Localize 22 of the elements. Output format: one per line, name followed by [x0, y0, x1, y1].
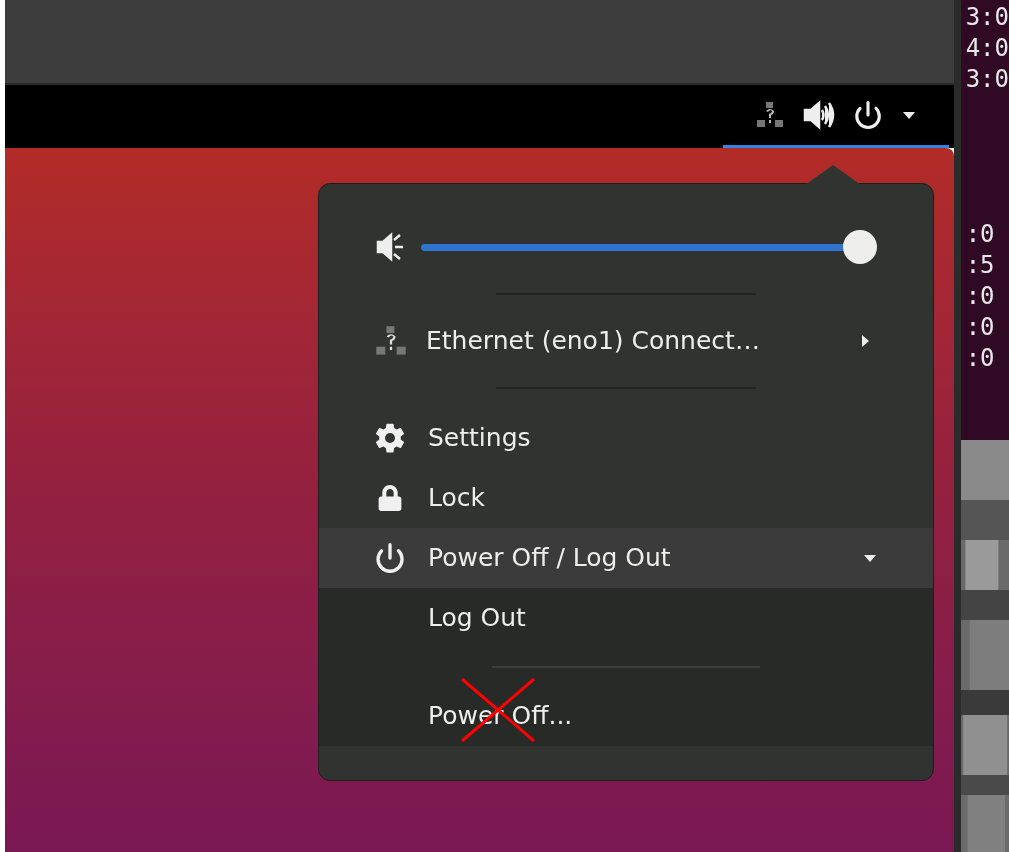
terminal-line: 4:0: [965, 33, 1009, 64]
network-unknown-icon: [754, 100, 785, 130]
terminal-line: :0: [965, 281, 996, 312]
slider-thumb[interactable]: [843, 230, 877, 264]
network-unknown-icon: [374, 324, 408, 358]
lock-icon: [377, 485, 403, 511]
menu-item[interactable]: Lock: [319, 468, 933, 528]
terminal-line: 3:0: [965, 2, 1009, 33]
menu-item[interactable]: Power Off / Log Out: [319, 528, 933, 588]
menu-item[interactable]: Settings: [319, 408, 933, 468]
terminal-line: :0: [965, 312, 996, 343]
terminal-line: :0: [965, 343, 996, 374]
terminal-line: 3:0: [965, 64, 1009, 95]
power-icon: [852, 100, 883, 130]
terminal-line: :0: [965, 219, 996, 250]
menu-item[interactable]: Log Out: [319, 590, 933, 646]
power-icon: [374, 542, 406, 574]
settings-icon: [374, 422, 406, 454]
speaker-icon: [802, 100, 835, 130]
volume-slider[interactable]: [421, 230, 877, 264]
menu-item[interactable]: Ethernet (eno1) Connect…: [319, 314, 933, 368]
terminal-line: :5: [965, 250, 996, 281]
